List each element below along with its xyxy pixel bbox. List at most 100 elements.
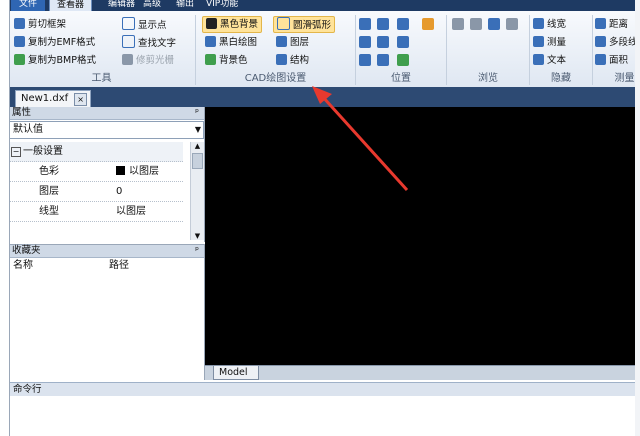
copy-emf-icon	[14, 36, 25, 47]
smooth-arc-button[interactable]: 圆滑弧形	[273, 16, 336, 33]
area-label: 面积	[609, 55, 629, 66]
area-icon	[595, 54, 606, 65]
property-scrollbar[interactable]: ▲ ▼	[190, 142, 204, 240]
color-swatch-icon	[116, 166, 125, 175]
text-toggle-label: 文本	[547, 55, 567, 66]
model-tab[interactable]: Model	[213, 366, 259, 380]
scroll-thumb[interactable]	[192, 153, 203, 169]
smooth-arc-label: 圆滑弧形	[293, 20, 332, 31]
open-file-icon[interactable]	[488, 18, 500, 30]
pin-icon[interactable]: ᵖ	[195, 107, 199, 119]
cad-settings-group-label: CAD绘图设置	[244, 73, 307, 84]
forward-arrow-icon[interactable]	[470, 18, 482, 30]
zoom-frame-icon[interactable]	[377, 36, 389, 48]
refresh-icon[interactable]	[506, 18, 518, 30]
measure-toggle-label: 测量	[547, 37, 567, 48]
line-width-button[interactable]: 线宽	[533, 17, 566, 32]
tools-group-label: 工具	[91, 73, 112, 84]
hide-group-label: 隐藏	[551, 73, 571, 84]
copy-bmp-button[interactable]: 复制为BMP格式	[14, 53, 96, 68]
trim-raster-button[interactable]: 修剪光栅	[122, 53, 174, 68]
copy-bmp-icon	[14, 54, 25, 65]
property-row[interactable]: 线型 以图层	[9, 202, 183, 222]
menu-output[interactable]: 输出	[176, 0, 194, 11]
clip-frame-button[interactable]: 剪切框架	[14, 17, 66, 32]
distance-button[interactable]: 距离	[595, 17, 628, 32]
polyline-length-button[interactable]: 多段线长	[595, 35, 640, 50]
document-tab[interactable]: New1.dxf ×	[15, 90, 92, 107]
column-header-name[interactable]: 名称	[13, 258, 33, 274]
browse-group-label: 浏览	[478, 73, 498, 84]
menu-editor[interactable]: 编辑器	[108, 0, 135, 11]
copy-emf-label: 复制为EMF格式	[28, 37, 96, 48]
back-arrow-icon[interactable]	[452, 18, 464, 30]
column-header-path[interactable]: 路径	[109, 258, 129, 274]
fit-icon[interactable]	[359, 36, 371, 48]
properties-panel: 属性 ᵖ 默认值 ▼ − 一般设置 色彩 以图层 图层 0 线型 以图层 ▲ ▼	[9, 107, 205, 242]
show-points-icon	[122, 17, 135, 30]
show-points-button[interactable]: 显示点	[122, 17, 167, 32]
layout-tab-bar: Model	[205, 365, 640, 380]
smooth-arc-icon	[277, 17, 290, 30]
background-color-label: 背景色	[219, 55, 248, 66]
distance-icon	[595, 18, 606, 29]
menu-vip[interactable]: VIP功能	[206, 0, 238, 11]
zoom-extents-icon[interactable]	[359, 18, 371, 30]
black-background-label: 黑色背景	[220, 19, 259, 30]
copy-emf-button[interactable]: 复制为EMF格式	[14, 35, 95, 50]
layers-icon	[276, 36, 287, 47]
chevron-down-icon: ▼	[194, 125, 201, 134]
area-button[interactable]: 面积	[595, 53, 628, 68]
menu-advanced[interactable]: 高级	[143, 0, 161, 11]
position-group-label: 位置	[391, 73, 411, 84]
favorites-panel: 收藏夹 ᵖ 名称 路径	[9, 244, 205, 380]
property-row[interactable]: 色彩 以图层	[9, 162, 183, 182]
structure-label: 结构	[290, 55, 310, 66]
find-text-button[interactable]: 查找文字	[122, 35, 176, 50]
favorites-title: 收藏夹	[12, 245, 41, 256]
property-value: 以图层	[116, 206, 146, 217]
properties-combo[interactable]: 默认值 ▼	[9, 121, 204, 139]
menu-bar: 文件 查看器 编辑器 高级 输出 VIP功能	[9, 0, 640, 12]
command-line-input[interactable]	[9, 396, 640, 436]
close-tab-icon[interactable]: ×	[74, 93, 88, 106]
black-background-button[interactable]: 黑色背景	[202, 16, 263, 33]
scroll-up-icon[interactable]: ▲	[191, 142, 204, 150]
pin-icon[interactable]: ᵖ	[195, 245, 199, 257]
zoom-previous-icon[interactable]	[377, 54, 389, 66]
measure-toggle-button[interactable]: 测量	[533, 35, 566, 50]
left-window-strip	[0, 0, 10, 436]
property-group-row[interactable]: − 一般设置	[9, 142, 183, 162]
find-text-label: 查找文字	[138, 38, 177, 49]
scroll-down-icon[interactable]: ▼	[191, 232, 204, 240]
menu-file[interactable]: 文件	[11, 0, 46, 11]
bw-drawing-button[interactable]: 黑白绘图	[205, 35, 257, 50]
drawing-canvas[interactable]	[205, 107, 635, 365]
text-toggle-button[interactable]: 文本	[533, 53, 566, 68]
property-value: 0	[116, 186, 123, 197]
find-text-icon	[122, 35, 135, 48]
layers-button[interactable]: 图层	[276, 35, 309, 50]
property-row[interactable]: 图层 0	[9, 182, 183, 202]
document-tab-bar: New1.dxf ×	[9, 87, 640, 107]
zoom-out-icon[interactable]	[397, 36, 409, 48]
bw-drawing-icon	[205, 36, 216, 47]
trim-raster-label: 修剪光栅	[136, 55, 175, 66]
background-color-button[interactable]: 背景色	[205, 53, 248, 68]
zoom-in-icon[interactable]	[397, 18, 409, 30]
distance-label: 距离	[609, 19, 629, 30]
text-toggle-icon	[533, 54, 544, 65]
zoom-real-icon[interactable]	[397, 54, 409, 66]
pan-hand-icon[interactable]	[422, 18, 434, 30]
structure-button[interactable]: 结构	[276, 53, 309, 68]
property-group-label: 一般设置	[23, 146, 63, 157]
bw-drawing-label: 黑白绘图	[219, 37, 258, 48]
favorites-columns: 名称 路径	[9, 258, 204, 274]
clip-frame-label: 剪切框架	[28, 19, 67, 30]
trim-raster-icon	[122, 54, 133, 65]
rotate-icon[interactable]	[359, 54, 371, 66]
zoom-window-icon[interactable]	[377, 18, 389, 30]
collapse-icon[interactable]: −	[11, 147, 21, 157]
properties-combo-value: 默认值	[13, 124, 43, 135]
ribbon: 剪切框架 复制为EMF格式 复制为BMP格式 显示点 查找文字 修剪光栅 工具 …	[9, 11, 640, 88]
